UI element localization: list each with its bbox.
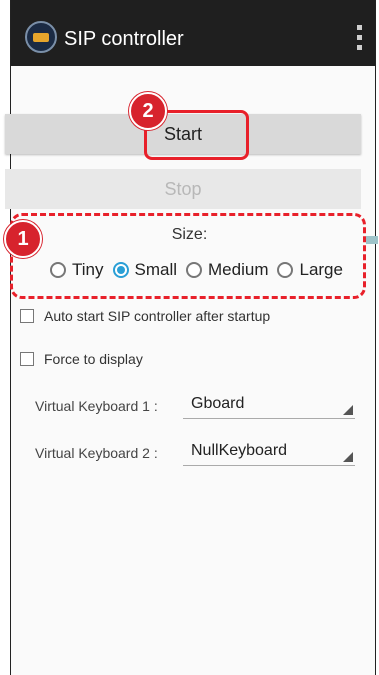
size-option-medium[interactable]: Medium bbox=[186, 260, 268, 280]
overflow-menu-icon[interactable] bbox=[353, 22, 365, 52]
keyboard-app-icon bbox=[25, 21, 57, 53]
callout-badge-2: 2 bbox=[129, 92, 167, 130]
virtual-keyboard-2-dropdown[interactable]: NullKeyboard bbox=[183, 442, 355, 466]
virtual-keyboard-2-value: NullKeyboard bbox=[191, 442, 288, 459]
size-option-label: Small bbox=[134, 260, 178, 279]
dropdown-arrow-icon bbox=[343, 405, 353, 415]
force-display-checkbox[interactable] bbox=[20, 352, 34, 366]
app-screen: SIP controller bbox=[10, 0, 376, 675]
auto-start-option[interactable]: Auto start SIP controller after startup bbox=[20, 308, 270, 324]
size-option-small[interactable]: Small bbox=[112, 260, 178, 280]
size-radio-group: Tiny Small Medium Large bbox=[50, 260, 352, 280]
size-option-tiny[interactable]: Tiny bbox=[50, 260, 104, 280]
app-title: SIP controller bbox=[64, 28, 184, 50]
app-bar: SIP controller bbox=[11, 0, 375, 66]
force-display-option[interactable]: Force to display bbox=[20, 351, 143, 367]
size-option-label: Medium bbox=[208, 260, 269, 279]
auto-start-checkbox[interactable] bbox=[20, 309, 34, 323]
virtual-keyboard-2-label: Virtual Keyboard 2 : bbox=[35, 445, 158, 461]
virtual-keyboard-1-label: Virtual Keyboard 1 : bbox=[35, 398, 158, 414]
size-option-label: Tiny bbox=[72, 260, 104, 279]
virtual-keyboard-1-dropdown[interactable]: Gboard bbox=[183, 395, 355, 419]
dropdown-arrow-icon bbox=[343, 452, 353, 462]
stop-button[interactable]: Stop bbox=[5, 169, 361, 209]
radio-button[interactable] bbox=[50, 262, 66, 278]
radio-button[interactable] bbox=[186, 262, 203, 278]
radio-button-checked[interactable] bbox=[112, 262, 129, 278]
virtual-keyboard-1-value: Gboard bbox=[191, 395, 245, 412]
force-display-label: Force to display bbox=[44, 351, 143, 367]
size-label: Size: bbox=[171, 226, 208, 243]
size-option-large[interactable]: Large bbox=[277, 260, 343, 280]
scroll-indicator bbox=[366, 236, 378, 244]
size-option-label: Large bbox=[299, 260, 343, 279]
radio-button[interactable] bbox=[277, 262, 294, 278]
auto-start-label: Auto start SIP controller after startup bbox=[44, 308, 271, 324]
